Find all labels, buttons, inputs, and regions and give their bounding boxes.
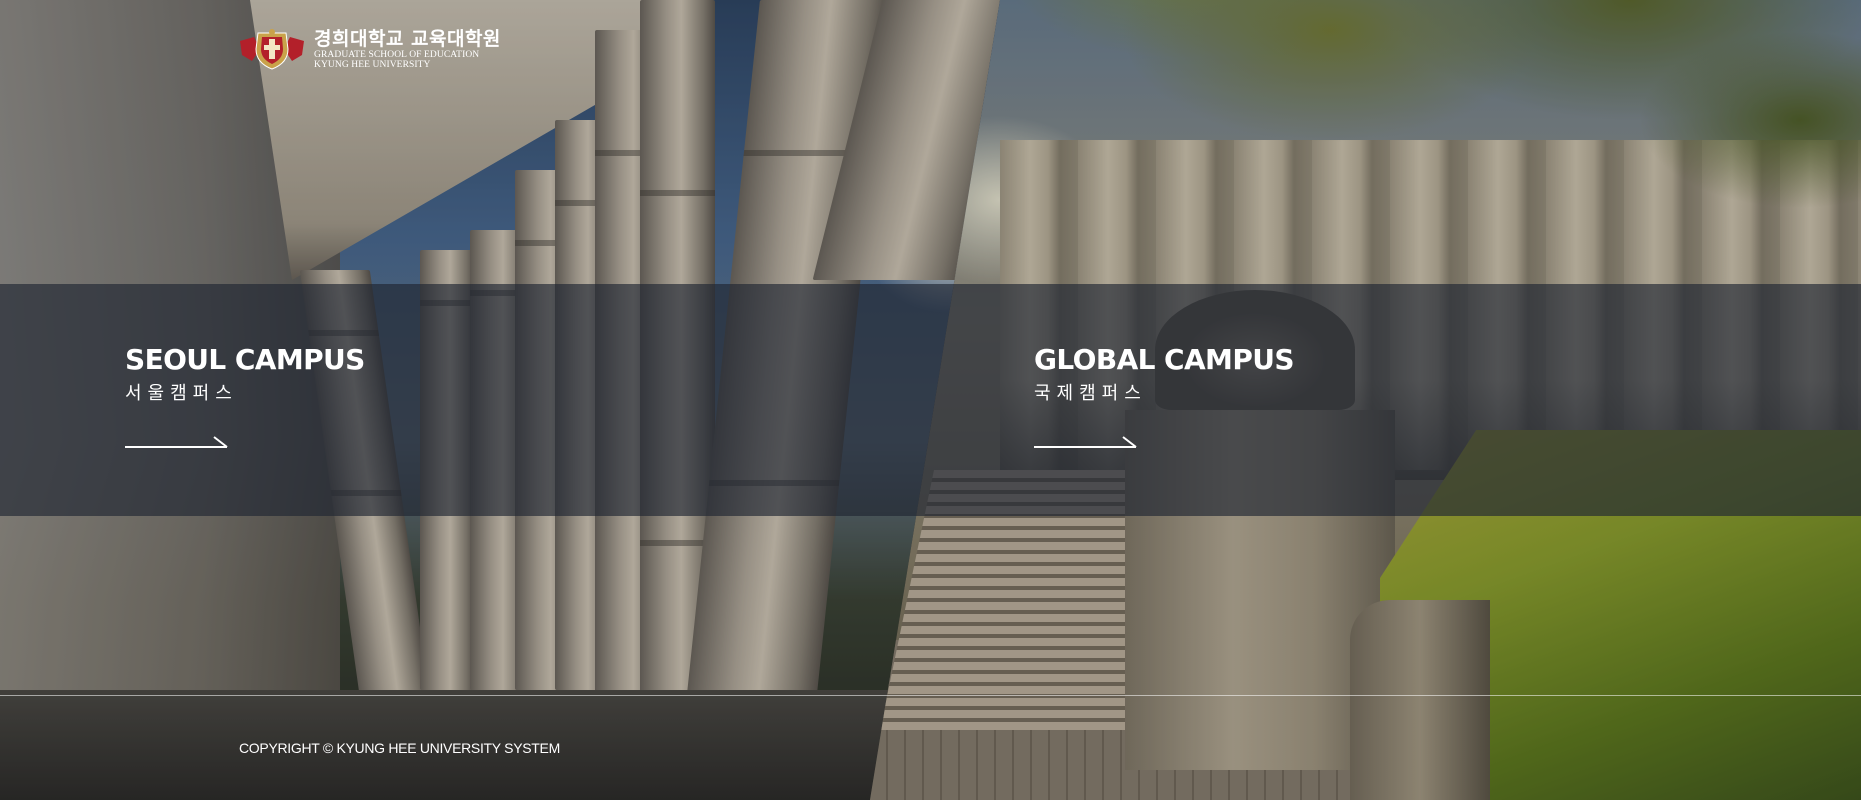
logo-text: 경희대학교 교육대학원 GRADUATE SCHOOL OF EDUCATION… [314,28,501,70]
footer-copyright: COPYRIGHT © KYUNG HEE UNIVERSITY SYSTEM [239,740,560,756]
seoul-campus-link[interactable]: SEOUL CAMPUS 서울캠퍼스 [125,343,365,451]
seoul-campus-title: SEOUL CAMPUS [125,343,365,376]
landing-page: 경희대학교 교육대학원 GRADUATE SCHOOL OF EDUCATION… [0,0,1861,800]
global-campus-link[interactable]: GLOBAL CAMPUS 국제캠퍼스 [1034,343,1295,451]
global-campus-title: GLOBAL CAMPUS [1034,343,1295,376]
kyung-hee-emblem-icon [238,27,306,71]
curved-stone-wall [1350,600,1490,800]
global-campus-subtitle: 국제캠퍼스 [1034,383,1147,404]
logo-name-english-1: GRADUATE SCHOOL OF EDUCATION [314,50,480,60]
arrow-right-icon [125,436,228,448]
arrow-right-icon [1034,436,1137,448]
logo-name-korean: 경희대학교 교육대학원 [314,28,501,50]
seoul-campus-subtitle: 서울캠퍼스 [125,383,238,404]
logo-name-english-2: KYUNG HEE UNIVERSITY [314,60,431,70]
site-logo[interactable]: 경희대학교 교육대학원 GRADUATE SCHOOL OF EDUCATION… [238,27,501,71]
tree-canopy [980,0,1861,240]
footer-divider [0,695,1861,696]
